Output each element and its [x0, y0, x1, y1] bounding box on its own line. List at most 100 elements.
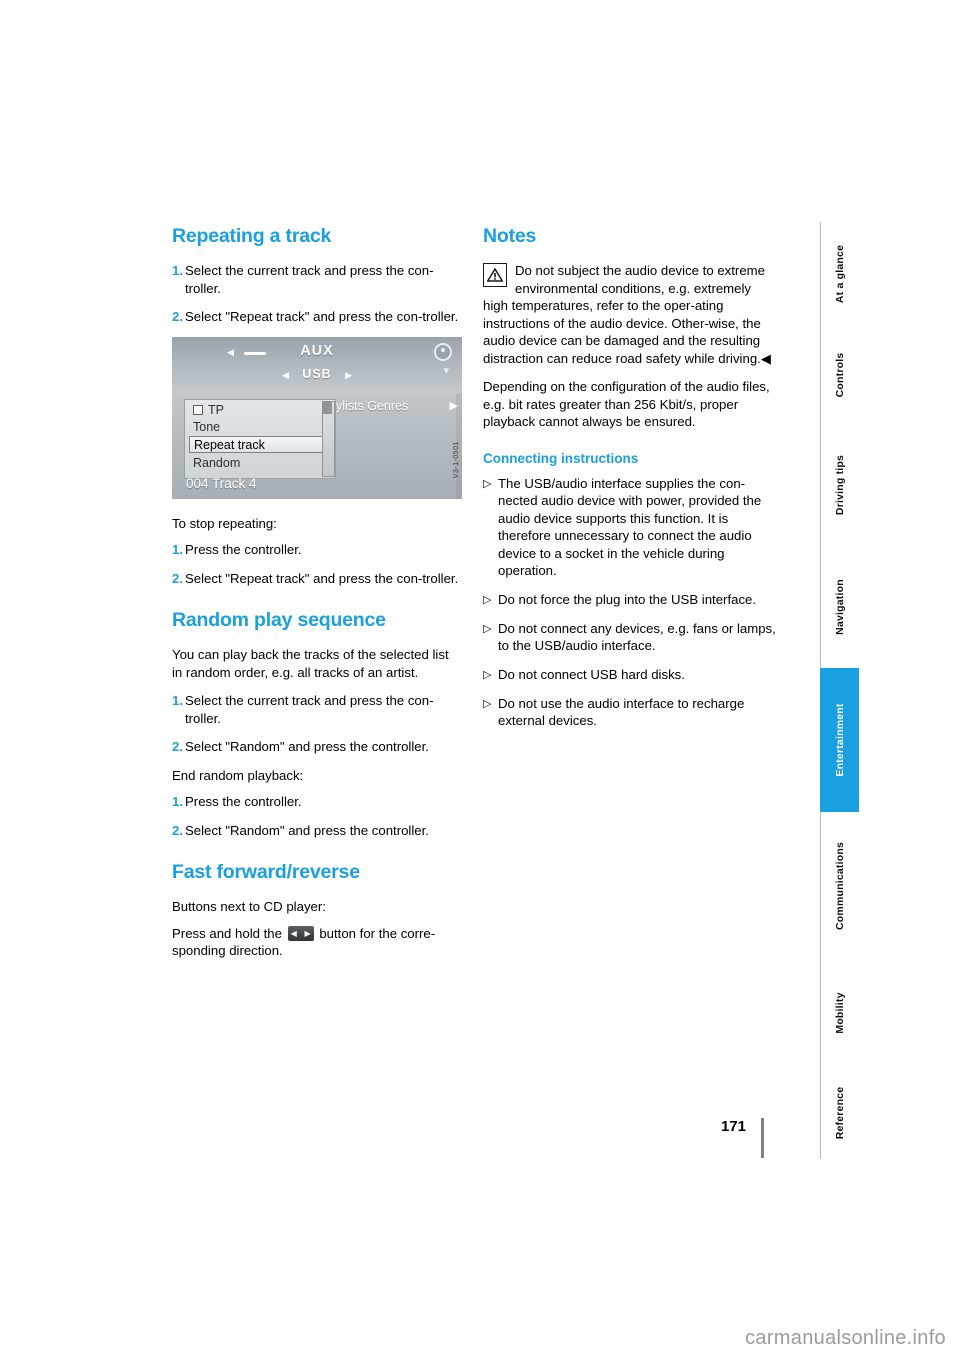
step-number: 2. — [172, 570, 183, 586]
rewind-arrow-icon: ◀ — [290, 928, 297, 938]
random-step-1: 1. Select the current track and press th… — [172, 692, 462, 727]
tab-label: Mobility — [834, 992, 846, 1034]
chapter-tab-rail: At a glance Controls Driving tips Naviga… — [820, 222, 859, 1159]
tab-label: Entertainment — [834, 703, 846, 777]
figure-knob-icon — [434, 342, 452, 361]
tab-label: Controls — [834, 352, 846, 398]
step-number: 1. — [172, 794, 183, 809]
stop-step-1: 1. Press the controller. — [172, 541, 462, 559]
connecting-bullet-1: ▷ The USB/audio interface supplies the c… — [483, 475, 778, 580]
step-text: Select "Random" and press the controller… — [185, 739, 429, 754]
tab-navigation[interactable]: Navigation — [820, 546, 859, 668]
bullet-text: Do not connect any devices, e.g. fans or… — [498, 620, 776, 654]
step-number: 2. — [172, 822, 183, 838]
warning-text-body: Do not subject the audio device to extre… — [483, 263, 765, 366]
tab-communications[interactable]: Communications — [820, 812, 859, 960]
fast-forward-reverse-button-icon: ◀ ▶ — [287, 925, 314, 941]
tab-label: Navigation — [834, 579, 846, 635]
tab-label: At a glance — [834, 244, 846, 304]
heading-random-play-sequence: Random play sequence — [172, 609, 386, 631]
step-text: Select "Repeat track" and press the con-… — [185, 570, 459, 586]
step-number: 2. — [172, 309, 183, 324]
figure-menu-item-repeat-track: Repeat track — [189, 435, 331, 453]
note-paragraph: Depending on the configuration of the au… — [483, 379, 770, 429]
step-number: 1. — [172, 263, 183, 278]
tab-controls[interactable]: Controls — [820, 326, 859, 424]
figure-aux-label: AUX — [300, 342, 334, 359]
connecting-bullet-3: ▷ Do not connect any devices, e.g. fans … — [483, 620, 778, 655]
bullet-text: Do not use the audio interface to rechar… — [498, 695, 745, 729]
manual-page: Repeating a track 1. Select the current … — [0, 0, 960, 1358]
figure-scrollbar-thumb — [323, 401, 332, 414]
repeat-step-1: 1. Select the current track and press th… — [172, 262, 462, 297]
bullet-text: Do not connect USB hard disks. — [498, 666, 685, 682]
figure-knob-dot-icon — [441, 347, 445, 352]
idrive-screenshot-figure: ◀ AUX ▾ ◀ USB ▶ ylists Genres ▶ TP Tone … — [172, 336, 462, 499]
random-step-2: 2. Select "Random" and press the control… — [172, 738, 462, 756]
random-intro-text: You can play back the tracks of the sele… — [172, 647, 449, 680]
tab-at-a-glance[interactable]: At a glance — [820, 222, 859, 326]
connecting-bullet-5: ▷ Do not use the audio interface to rech… — [483, 695, 778, 730]
step-number: 2. — [172, 739, 183, 754]
end-random-playback-heading: End random playback: — [172, 767, 304, 783]
end-step-1: 1. Press the controller. — [172, 793, 462, 811]
tab-mobility[interactable]: Mobility — [820, 960, 859, 1066]
fast-line-1: Buttons next to CD player: — [172, 899, 326, 914]
connecting-bullet-4: ▷ Do not connect USB hard disks. — [483, 666, 778, 684]
usb-right-arrow-icon: ▶ — [345, 369, 352, 380]
figure-menu-panel: TP Tone Repeat track Random — [184, 398, 336, 479]
figure-menu-item-tone: Tone — [193, 419, 221, 434]
tab-label: Driving tips — [834, 454, 846, 516]
end-step-2: 2. Select "Random" and press the control… — [172, 822, 462, 840]
bullet-text: The USB/audio interface supplies the con… — [498, 475, 762, 579]
heading-notes: Notes — [483, 225, 537, 247]
figure-right-edge — [456, 392, 462, 499]
figure-menu-item-tp: TP — [189, 402, 331, 419]
heading-connecting-instructions: Connecting instructions — [483, 450, 639, 466]
warning-triangle-icon — [483, 263, 507, 287]
bullet-triangle-icon: ▷ — [483, 668, 492, 681]
step-text: Press the controller. — [185, 794, 302, 809]
tab-label: Communications — [834, 842, 846, 930]
figure-track-label: 004 Track 4 — [186, 475, 257, 491]
figure-usb-label: USB — [302, 366, 332, 381]
step-text: Select the current track and press the c… — [185, 693, 434, 726]
step-text: Press the controller. — [185, 542, 302, 557]
repeat-step-2: 2. Select "Repeat track" and press the c… — [172, 308, 462, 326]
step-text: Select the current track and press the c… — [185, 263, 434, 296]
heading-fast-forward-reverse: Fast forward/reverse — [172, 861, 360, 883]
figure-menu-item-random: Random — [193, 455, 241, 470]
checkbox-icon — [193, 405, 203, 416]
figure-menu-item-label: TP — [208, 402, 224, 417]
tab-reference[interactable]: Reference — [820, 1066, 859, 1159]
watermark-text: carmanualsonline.info — [745, 1327, 946, 1349]
to-stop-repeating-heading: To stop repeating: — [172, 515, 277, 531]
left-column: Repeating a track 1. Select the current … — [172, 225, 462, 971]
site-watermark: carmanualsonline.info — [745, 1327, 946, 1350]
figure-scrollbar — [322, 400, 335, 477]
step-number: 1. — [172, 542, 183, 557]
connecting-bullet-2: ▷ Do not force the plug into the USB int… — [483, 591, 778, 609]
step-number: 1. — [172, 693, 183, 708]
fast-line-2: Press and hold the ◀ ▶ button for the co… — [172, 925, 462, 960]
bullet-text: Do not force the plug into the USB inter… — [498, 591, 757, 607]
warning-block: Do not subject the audio device to extre… — [483, 262, 778, 367]
bullet-triangle-icon: ▷ — [483, 622, 492, 635]
tab-driving-tips[interactable]: Driving tips — [820, 424, 859, 546]
warning-end-marker-icon: ◀ — [760, 350, 771, 366]
bullet-triangle-icon: ▷ — [483, 697, 492, 710]
heading-repeating-a-track: Repeating a track — [172, 225, 332, 247]
warning-text: Do not subject the audio device to extre… — [483, 262, 778, 367]
stop-step-2: 2. Select "Repeat track" and press the c… — [172, 570, 462, 588]
tab-label: Reference — [834, 1086, 846, 1139]
bullet-triangle-icon: ▷ — [483, 477, 492, 490]
bullet-triangle-icon: ▷ — [483, 593, 492, 606]
step-text: Select "Repeat track" and press the con-… — [185, 309, 459, 324]
right-column: Notes Do not subject the audio device to… — [483, 225, 778, 741]
figure-tabs-text: ylists Genres — [336, 398, 409, 413]
step-text: Select "Random" and press the controller… — [185, 822, 429, 838]
fast-line-2-part-a: Press and hold the — [172, 925, 282, 941]
page-number: 171 — [720, 1118, 746, 1135]
forward-arrow-icon: ▶ — [304, 928, 311, 938]
tab-entertainment[interactable]: Entertainment — [820, 668, 859, 812]
